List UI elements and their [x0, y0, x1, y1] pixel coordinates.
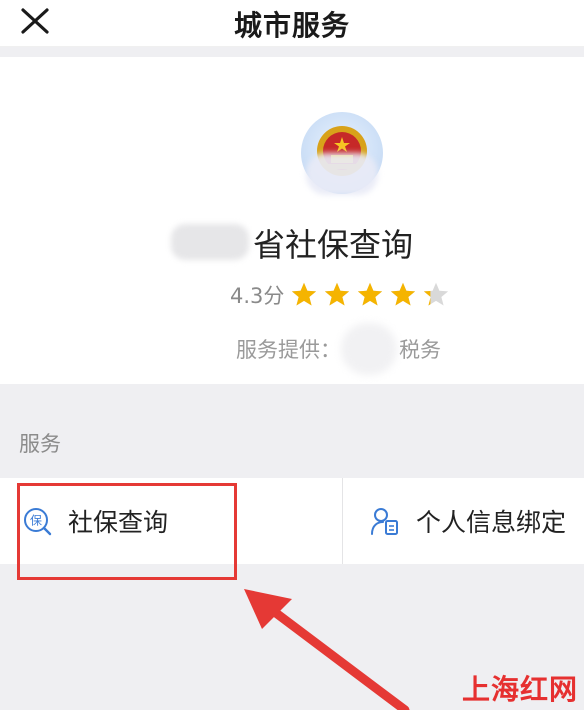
service-item-personal-info-binding[interactable]: 个人信息绑定 — [370, 478, 584, 564]
services-section-label: 服务 — [19, 432, 61, 456]
rating: 4.3分 — [230, 279, 455, 311]
app-name: 省社保查询 — [0, 220, 584, 266]
blurred-overlay — [306, 153, 378, 195]
rating-score: 4.3分 — [230, 284, 285, 308]
annotation-arrow-icon — [244, 589, 410, 710]
star-icon — [325, 282, 350, 306]
service-divider — [342, 478, 343, 564]
watermark: 上海红网 — [461, 673, 578, 706]
provider-suffix: 税务 — [399, 338, 441, 362]
annotation-highlight-box — [17, 483, 237, 580]
star-icon — [292, 282, 317, 306]
app-name-text: 省社保查询 — [252, 226, 413, 264]
page-title: 城市服务 — [233, 9, 350, 42]
provider-label: 服务提供： — [236, 338, 341, 362]
blurred-region — [170, 224, 249, 260]
person-card-icon — [371, 508, 398, 535]
star-icon — [424, 282, 449, 306]
blurred-region — [341, 323, 397, 375]
app-info-card: 省社保查询 4.3分 服务提供： 税务 — [0, 57, 584, 384]
service-item-label: 个人信息绑定 — [416, 508, 567, 537]
service-provider: 服务提供： 税务 — [236, 323, 441, 375]
nav-bar: 城市服务 — [0, 0, 584, 47]
star-icon — [358, 282, 383, 306]
rating-stars — [290, 281, 455, 309]
star-icon — [391, 282, 416, 306]
